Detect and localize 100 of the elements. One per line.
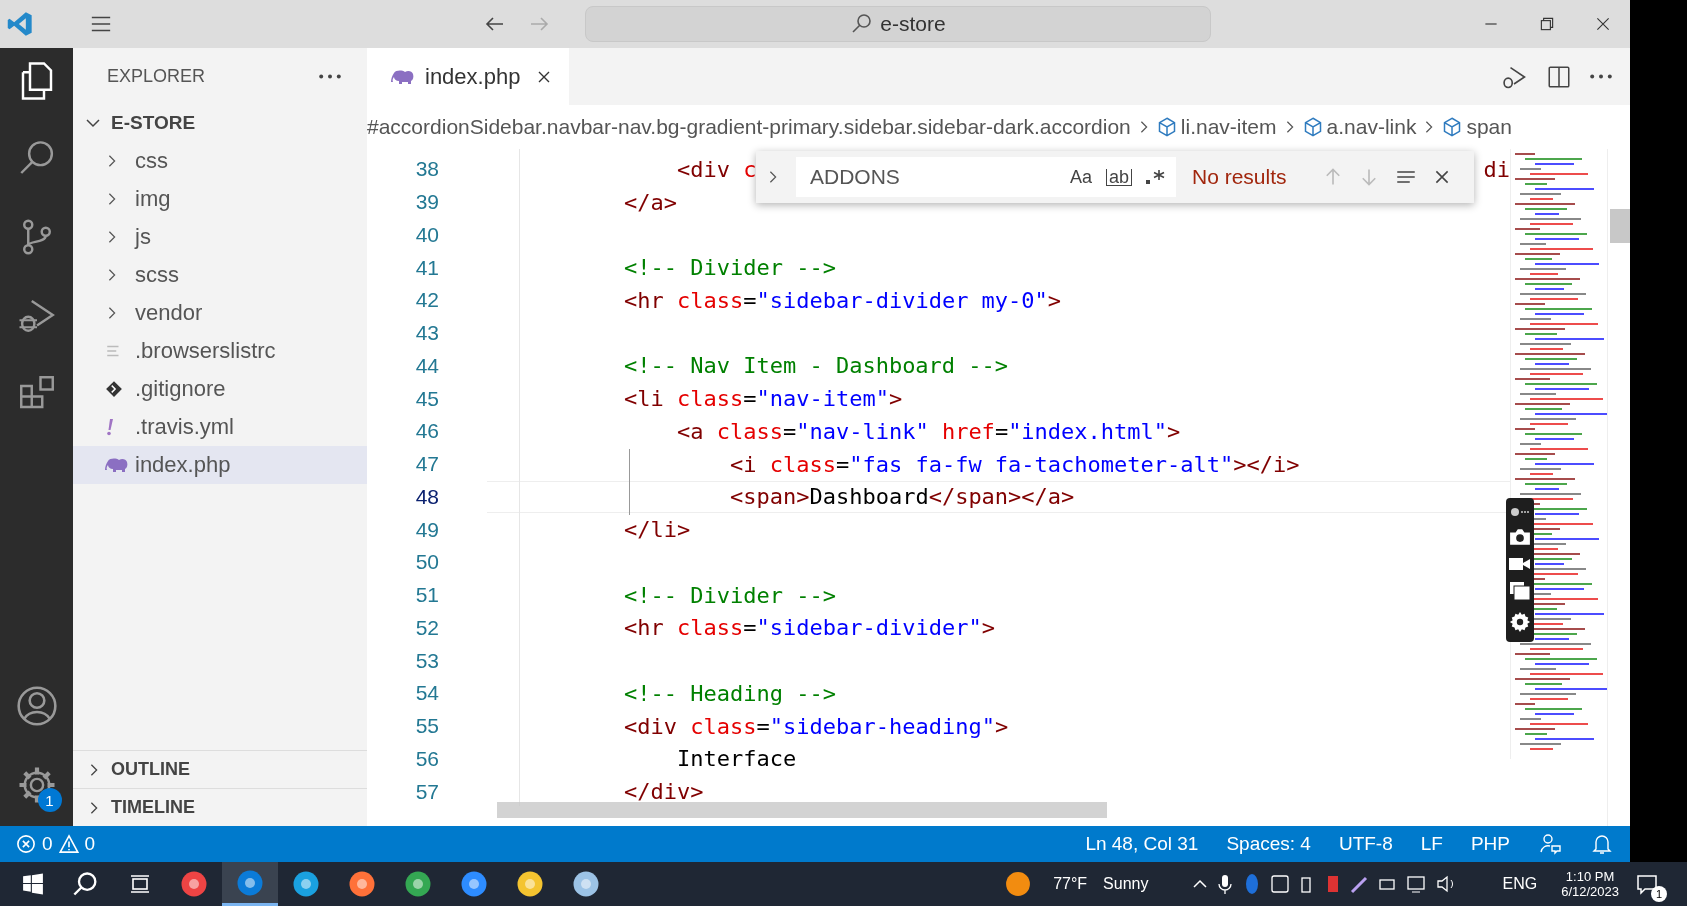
file-tree-item[interactable]: css [73,142,367,180]
code-line: <div c [675,156,757,182]
line-number: 49 [414,517,439,542]
windows-start-icon[interactable] [22,873,44,895]
line-number: 47 [414,452,439,477]
bell-icon[interactable] [1590,832,1614,856]
code-line: <div class="sidebar-heading"> [622,713,1009,739]
code-line: <!-- Divider --> [622,582,836,608]
diamond-icon [105,380,123,398]
file-tree-item[interactable]: vendor [73,294,367,332]
taskbar-app-icon[interactable] [222,862,278,906]
file-tree-item[interactable]: .travis.yml [73,408,367,446]
notification-badge: 1 [37,788,62,812]
line-number: 40 [414,222,439,247]
app-logo-icon [6,10,34,38]
line-number: 56 [414,746,439,771]
line-number: 39 [414,190,439,215]
file-tree-item[interactable]: js [73,218,367,256]
code-line: <hr class="sidebar-divider"> [622,615,995,641]
breadcrumb-item[interactable]: span [1442,115,1512,139]
code-line: <a class="nav-link" href="index.html"> [675,418,1181,444]
windows-icon[interactable] [1510,581,1530,600]
code-line: <!-- Divider --> [622,255,836,281]
account-icon[interactable] [14,684,59,728]
scrollbar-thumb[interactable] [1610,209,1630,243]
notification-center-icon[interactable] [1635,872,1659,896]
split-editor-icon[interactable] [1546,63,1572,90]
regex-icon[interactable] [1144,167,1166,187]
more-actions-icon[interactable] [319,73,341,79]
cube-icon [1442,117,1463,137]
status-bar-item[interactable]: Ln 48, Col 31 [1085,833,1199,855]
line-number: 52 [414,615,439,640]
code-line: <!-- Heading --> [622,680,836,706]
find-input-field[interactable]: ADDONS Aa ab [796,157,1176,197]
line-number: 51 [414,583,439,608]
settings-icon[interactable] [1509,610,1531,633]
input-language[interactable]: ENG [1502,875,1538,893]
breadcrumb-item[interactable]: a.nav-link [1302,115,1417,139]
sidebar-title: EXPLORER [107,65,206,87]
breadcrumb-item[interactable]: #accordionSidebar.navbar-nav.bg-gradient-primary.sidebar.sidebar-dark.accordion [367,115,1131,139]
code-line: <li class="nav-item"> [622,386,903,412]
line-number: 43 [414,321,439,346]
video-camera-icon[interactable] [1509,557,1531,571]
close-icon[interactable] [1594,15,1612,33]
weather-condition[interactable]: Sunny [1103,875,1149,893]
notification-badge: 1 [1651,886,1667,902]
restore-icon[interactable] [1538,15,1556,33]
match-case-toggle[interactable]: Aa [1067,166,1094,188]
code-line: </a> [622,189,677,215]
recorder-logo-icon[interactable] [1510,507,1530,518]
code-line: <hr class="sidebar-divider my-0"> [622,287,1062,313]
camera-icon[interactable] [1509,528,1531,547]
line-number: 48 [414,484,439,509]
whole-word-toggle[interactable]: ab [1105,168,1132,186]
file-tree-item[interactable]: scss [73,256,367,294]
more-actions-icon[interactable] [1590,74,1612,79]
status-bar-item[interactable]: PHP [1470,833,1510,855]
file-tree-item[interactable]: img [73,180,367,218]
feedback-icon[interactable] [1538,832,1562,856]
code-fragment: di [1483,156,1510,182]
warning-icon [58,834,79,854]
code-line: <span>Dashboard</span></a> [728,484,1075,510]
line-number: 45 [414,386,439,411]
file-tree-item[interactable]: .gitignore [73,370,367,408]
exclamation-icon [105,418,115,436]
status-bar-item[interactable]: LF [1420,833,1443,855]
code-line: <!-- Nav Item - Dashboard --> [622,353,1009,379]
code-line: </li> [622,517,691,543]
clock[interactable]: 1:10 PM 6/12/2023 [1561,869,1619,899]
file-tree-item[interactable]: index.php [73,446,367,484]
line-number: 44 [414,353,439,378]
problems-indicator[interactable]: 0 0 [16,833,96,855]
sun-icon [1005,871,1032,897]
file-tree-item[interactable]: .browserslistrc [73,332,367,370]
line-number: 55 [414,714,439,739]
find-result-text: No results [1192,165,1287,189]
scrollbar-thumb[interactable] [497,802,1107,818]
cube-icon [1302,117,1323,137]
line-number: 50 [414,550,439,575]
error-icon [16,834,36,854]
code-line: </div> [622,779,704,805]
status-bar-item[interactable]: UTF-8 [1338,833,1393,855]
line-number: 54 [414,681,439,706]
editor-tab[interactable]: index.php [367,48,569,105]
elephant-icon [391,68,415,85]
weather-temperature[interactable]: 77°F [1053,875,1088,893]
line-number: 53 [414,648,439,673]
elephant-icon [105,457,129,473]
command-center-search[interactable]: e-store [585,6,1211,42]
line-number: 46 [414,419,439,444]
line-number: 42 [414,288,439,313]
code-line: Interface [675,746,797,772]
task-view-icon[interactable] [128,872,152,896]
line-number: 41 [414,255,439,280]
code-line: <i class="fas fa-fw fa-tachometer-alt"></i> [728,451,1300,477]
line-number: 38 [414,157,439,182]
cube-icon [1156,117,1177,137]
breadcrumb-item[interactable]: li.nav-item [1156,115,1277,139]
folder-header[interactable]: E-STORE [73,104,367,142]
status-bar-item[interactable]: Spaces: 4 [1226,833,1311,855]
